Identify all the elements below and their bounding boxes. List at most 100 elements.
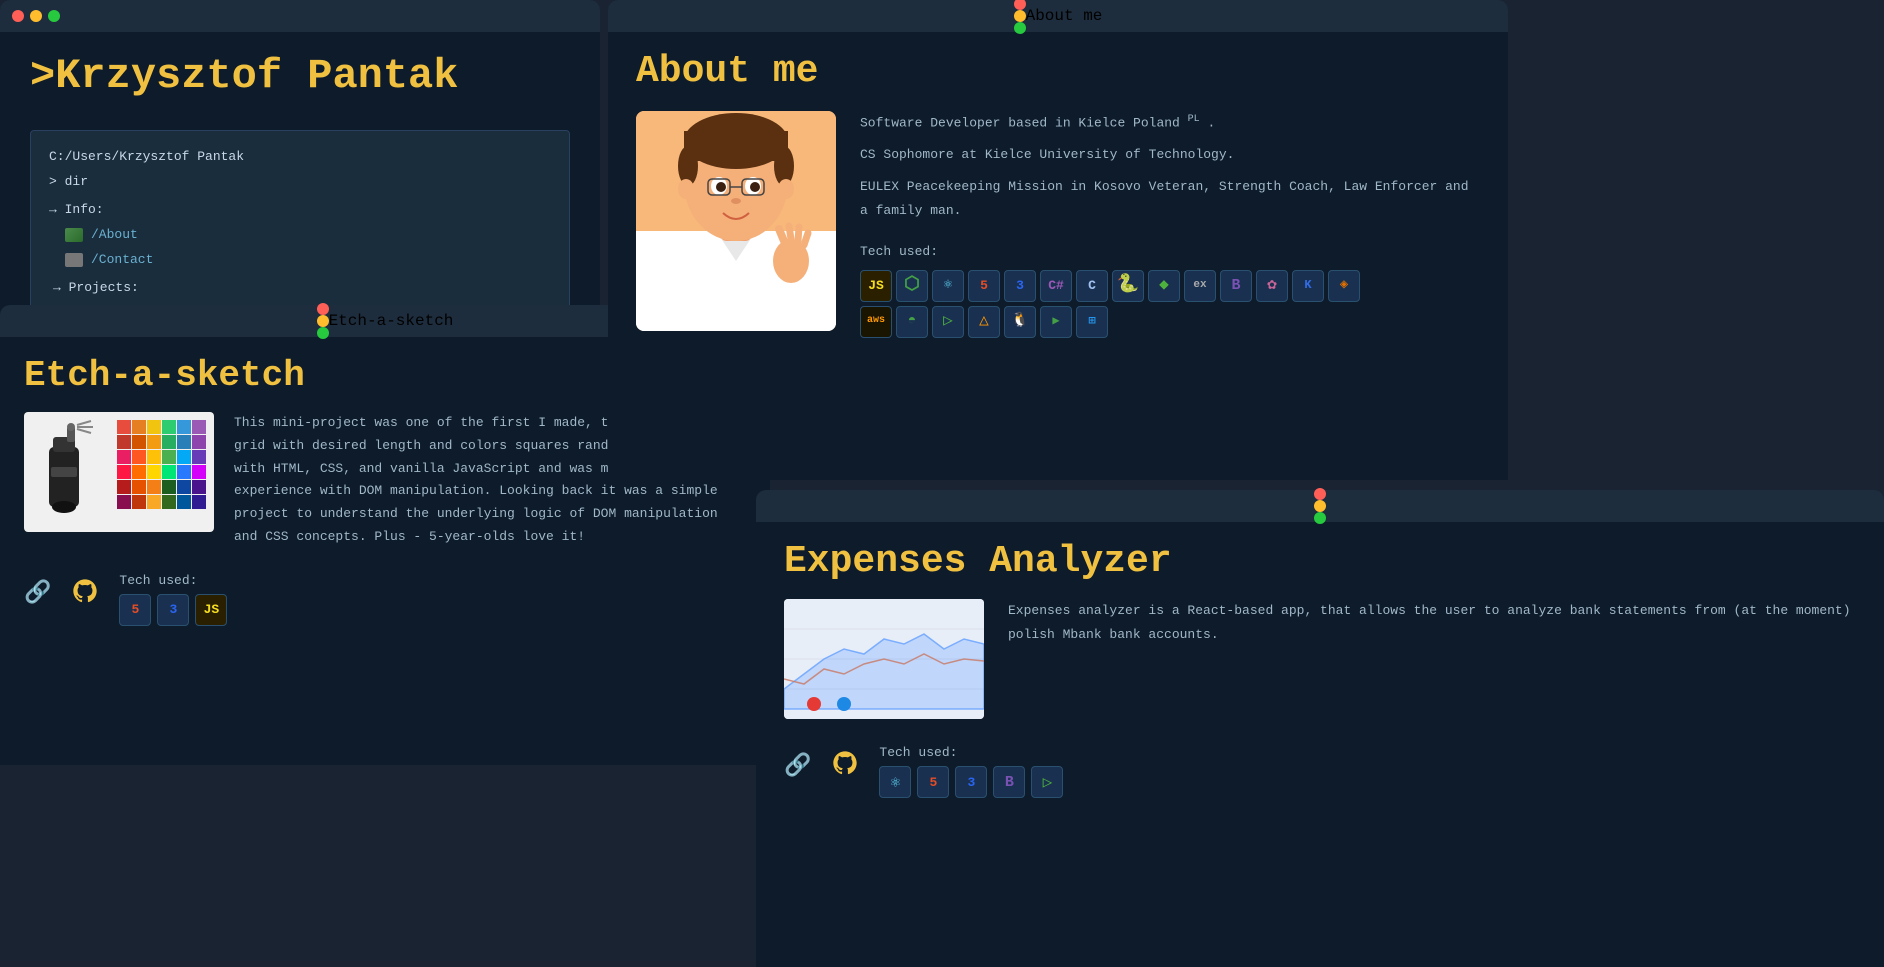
contact-icon bbox=[65, 253, 83, 267]
etch-maximize-button[interactable] bbox=[317, 327, 329, 339]
tech-express-icon: ex bbox=[1184, 270, 1216, 302]
minimize-button[interactable] bbox=[30, 10, 42, 22]
color-cell bbox=[132, 420, 146, 434]
color-cell bbox=[117, 495, 131, 509]
about-bio-text: Software Developer based in Kielce Polan… bbox=[860, 111, 1480, 338]
spray-can-illustration bbox=[29, 417, 99, 527]
tech-nginx-icon: ◓ bbox=[896, 306, 928, 338]
expenses-minimize-button[interactable] bbox=[1314, 500, 1326, 512]
expenses-github-link-icon[interactable] bbox=[831, 749, 859, 782]
tech-db-icon: ▷ bbox=[932, 306, 964, 338]
tech-c-icon: C bbox=[1076, 270, 1108, 302]
color-cell bbox=[192, 450, 206, 464]
etch-minimize-button[interactable] bbox=[317, 315, 329, 327]
tech-node-icon: ⬡ bbox=[896, 270, 928, 302]
tech-k8s-icon: K bbox=[1292, 270, 1324, 302]
terminal-path: C:/Users/Krzysztof Pantak bbox=[49, 145, 551, 170]
tech-docker-icon: ⊞ bbox=[1076, 306, 1108, 338]
tech-react-exp: ⚛ bbox=[879, 766, 911, 798]
tech-python-icon: 🐍 bbox=[1112, 270, 1144, 302]
tech-bootstrap-exp: B bbox=[993, 766, 1025, 798]
color-cell bbox=[132, 495, 146, 509]
about-window-title-text: About me bbox=[1026, 7, 1103, 25]
color-cell bbox=[147, 450, 161, 464]
etch-window-controls bbox=[317, 303, 329, 339]
tech-sass-icon: ✿ bbox=[1256, 270, 1288, 302]
about-minimize-button[interactable] bbox=[1014, 10, 1026, 22]
tech-terminal-icon: ▶ bbox=[1040, 306, 1072, 338]
color-cell bbox=[147, 465, 161, 479]
color-cell bbox=[132, 465, 146, 479]
color-cell bbox=[162, 435, 176, 449]
etch-close-button[interactable] bbox=[317, 303, 329, 315]
contact-menu-item[interactable]: /Contact bbox=[65, 248, 551, 273]
window-controls bbox=[12, 10, 60, 22]
etch-project-title: Etch-a-sketch bbox=[24, 355, 305, 396]
color-cell bbox=[132, 435, 146, 449]
projects-label: → Projects: bbox=[53, 280, 139, 295]
etch-github-link-icon[interactable] bbox=[71, 577, 99, 610]
tech-html-exp: 5 bbox=[917, 766, 949, 798]
bio-line3: EULEX Peacekeeping Mission in Kosovo Vet… bbox=[860, 175, 1480, 223]
color-cell bbox=[177, 420, 191, 434]
contact-link[interactable]: /Contact bbox=[91, 248, 153, 273]
main-terminal-window: >Krzysztof Pantak C:/Users/Krzysztof Pan… bbox=[0, 0, 600, 320]
developer-name-title: >Krzysztof Pantak bbox=[30, 52, 570, 100]
color-cell bbox=[162, 465, 176, 479]
color-cell bbox=[147, 495, 161, 509]
tech-react-icon: ⚛ bbox=[932, 270, 964, 302]
expenses-project-title: Expenses Analyzer bbox=[784, 540, 1856, 583]
color-cell bbox=[117, 465, 131, 479]
tech-csharp-icon: C# bbox=[1040, 270, 1072, 302]
about-maximize-button[interactable] bbox=[1014, 22, 1026, 34]
etch-live-link-icon[interactable]: 🔗 bbox=[24, 580, 51, 606]
color-cell bbox=[192, 465, 206, 479]
tech-javascript: JS bbox=[195, 594, 227, 626]
color-cell bbox=[117, 480, 131, 494]
etch-tech-label: Tech used: bbox=[119, 573, 227, 588]
color-cell bbox=[147, 420, 161, 434]
color-cell bbox=[132, 480, 146, 494]
avatar-svg bbox=[636, 111, 836, 331]
color-cell bbox=[192, 480, 206, 494]
expenses-github-icon bbox=[831, 749, 859, 777]
color-cell bbox=[117, 435, 131, 449]
about-section-title: About me bbox=[636, 50, 1480, 93]
about-window-controls bbox=[1014, 0, 1026, 34]
main-terminal-titlebar bbox=[0, 0, 600, 32]
github-link-icon bbox=[71, 577, 99, 605]
expenses-close-button[interactable] bbox=[1314, 488, 1326, 500]
tech-aws-icon: aws bbox=[860, 306, 892, 338]
color-cell bbox=[162, 480, 176, 494]
color-cell bbox=[117, 450, 131, 464]
tech-aws2-icon: △ bbox=[968, 306, 1000, 338]
tech-mongodb-icon: ◆ bbox=[1148, 270, 1180, 302]
color-cell bbox=[147, 480, 161, 494]
expenses-window: Expenses Analyzer bbox=[756, 490, 1884, 967]
close-button[interactable] bbox=[12, 10, 24, 22]
etch-window-title: Etch-a-sketch bbox=[329, 312, 454, 330]
expenses-tech-label: Tech used: bbox=[879, 745, 1063, 760]
color-cell bbox=[177, 435, 191, 449]
tech-js-icon: JS bbox=[860, 270, 892, 302]
terminal-box: C:/Users/Krzysztof Pantak > dir → Info: … bbox=[30, 130, 570, 334]
expenses-tech-icons: ⚛ 5 3 B ▷ bbox=[879, 766, 1063, 798]
color-cell bbox=[177, 450, 191, 464]
tech-html5: 5 bbox=[119, 594, 151, 626]
expenses-live-link-icon[interactable]: 🔗 bbox=[784, 753, 811, 779]
about-tech-row1: JS ⬡ ⚛ 5 3 C# C 🐍 ◆ ex B ✿ K ◈ bbox=[860, 270, 1480, 302]
tech-bootstrap-icon: B bbox=[1220, 270, 1252, 302]
about-close-button[interactable] bbox=[1014, 0, 1026, 10]
tech-css-icon: 3 bbox=[1004, 270, 1036, 302]
about-tech-row2: aws ◓ ▷ △ 🐧 ▶ ⊞ bbox=[860, 306, 1480, 338]
expenses-maximize-button[interactable] bbox=[1314, 512, 1326, 524]
about-menu-item[interactable]: /About bbox=[65, 223, 551, 248]
etch-tech-icons: 5 3 JS bbox=[119, 594, 227, 626]
maximize-button[interactable] bbox=[48, 10, 60, 22]
expenses-description: Expenses analyzer is a React-based app, … bbox=[1008, 599, 1856, 647]
expenses-chart-svg bbox=[784, 599, 984, 719]
about-link[interactable]: /About bbox=[91, 223, 138, 248]
info-arrow: → Info: bbox=[49, 202, 104, 217]
color-cell bbox=[162, 450, 176, 464]
expenses-tech-section: Tech used: ⚛ 5 3 B ▷ bbox=[879, 745, 1063, 798]
